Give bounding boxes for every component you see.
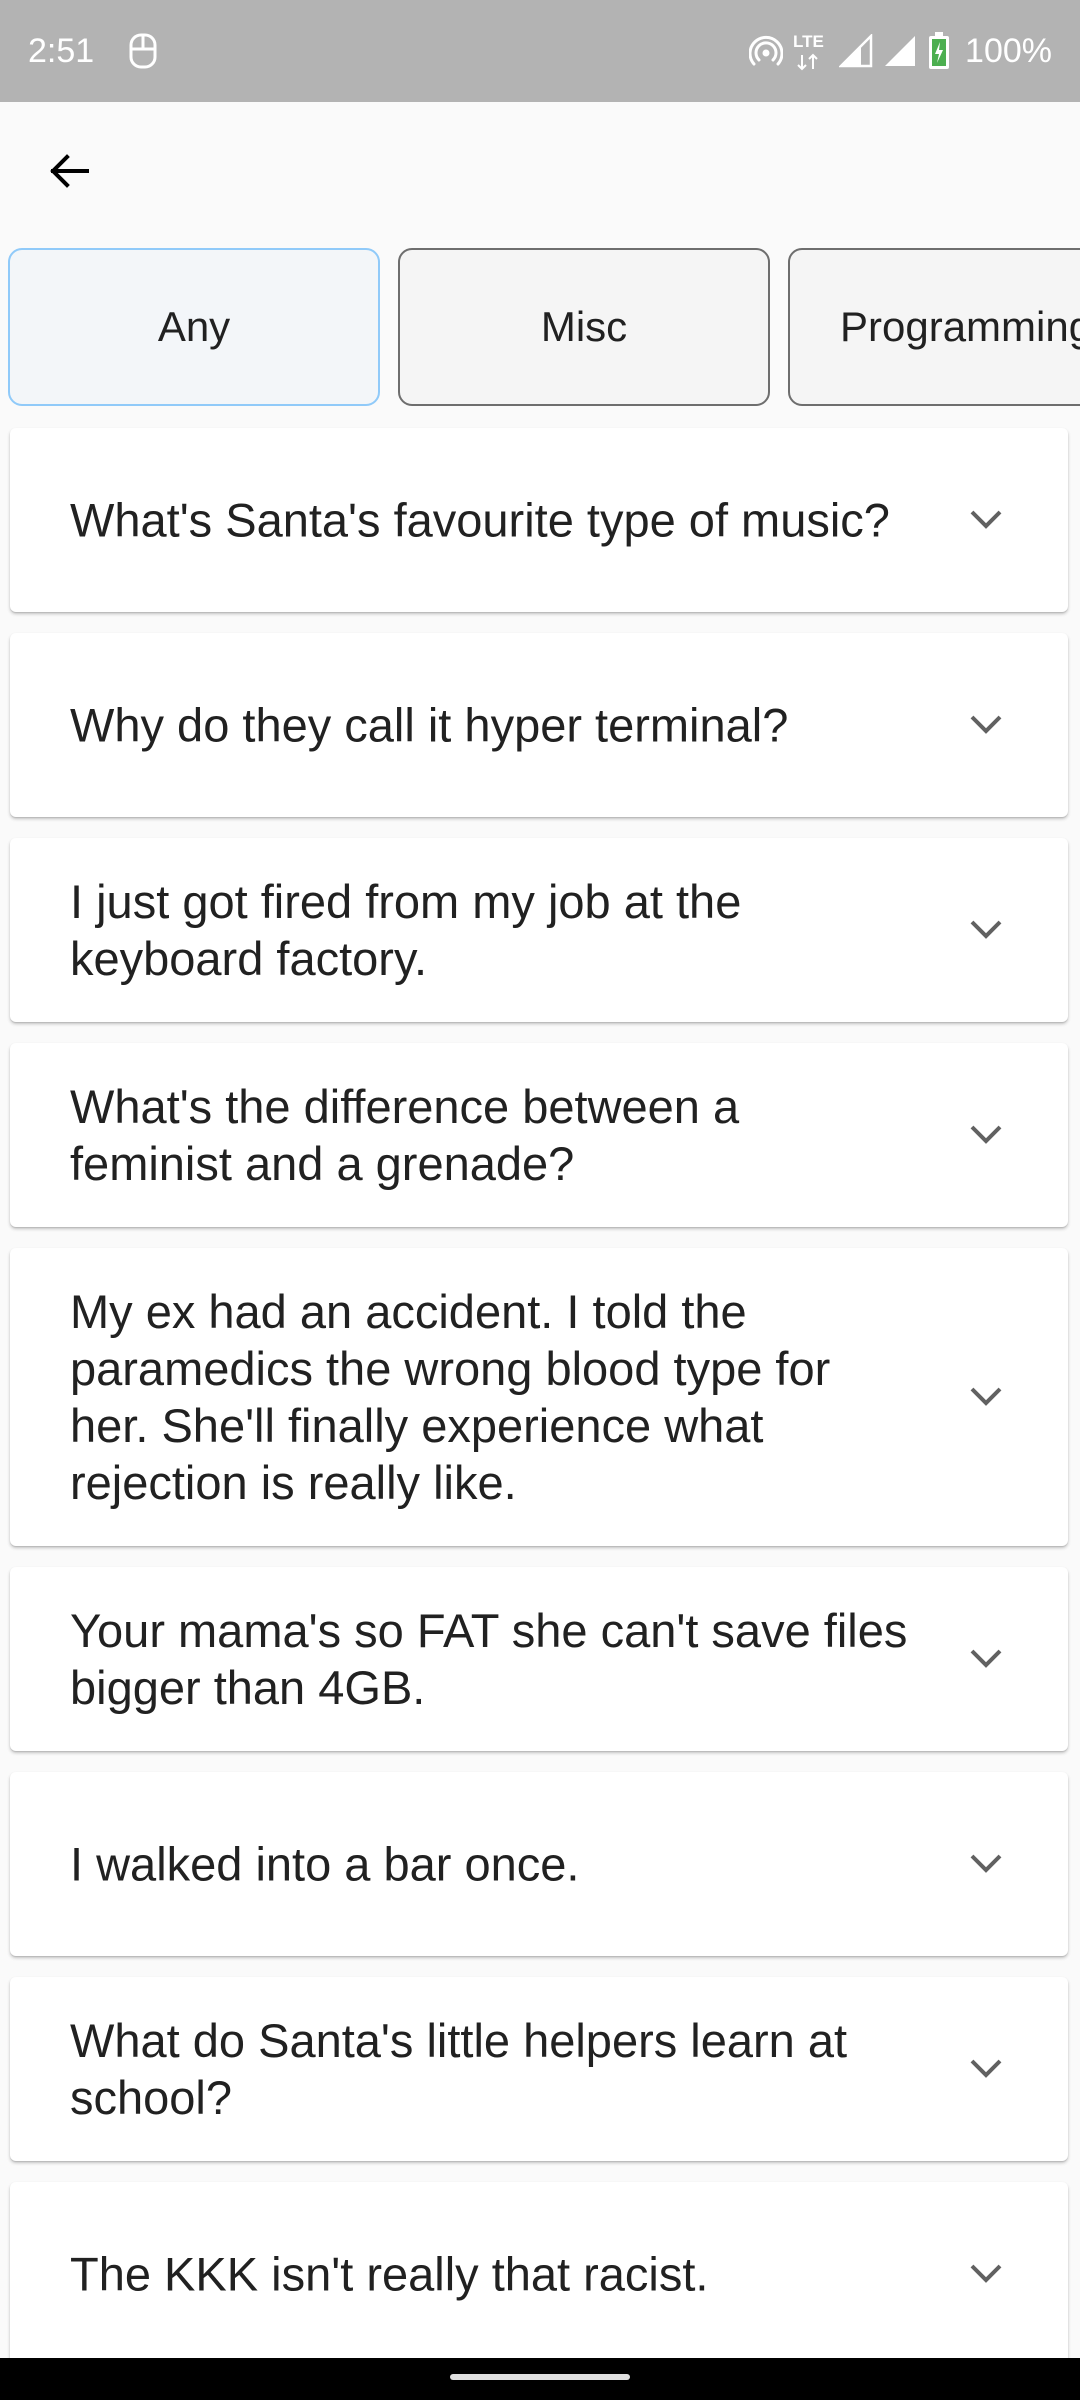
battery-charging-icon: [927, 31, 951, 71]
joke-card[interactable]: My ex had an accident. I told the parame…: [10, 1248, 1068, 1546]
chevron-down-icon[interactable]: [966, 705, 1006, 745]
joke-text: Why do they call it hyper terminal?: [70, 698, 789, 752]
joke-card[interactable]: I walked into a bar once.: [10, 1772, 1068, 1956]
status-icons: LTE 100%: [749, 28, 1052, 74]
battery-percent: 100%: [965, 32, 1052, 70]
joke-card[interactable]: What's Santa's favourite type of music?: [10, 428, 1068, 612]
chevron-down-icon[interactable]: [966, 1115, 1006, 1155]
signal-icon: [883, 34, 917, 68]
hotspot-icon: [749, 34, 784, 68]
category-chip-programming[interactable]: Programming: [788, 248, 1080, 406]
navigation-bar: [0, 2358, 1080, 2400]
category-chip-any[interactable]: Any: [8, 248, 380, 406]
chevron-down-icon[interactable]: [966, 500, 1006, 540]
joke-text: What's the difference between a feminist…: [70, 1080, 740, 1190]
joke-card[interactable]: I just got fired from my job at the keyb…: [10, 838, 1068, 1022]
category-chip-misc[interactable]: Misc: [398, 248, 770, 406]
status-bar: 2:51 LTE 100%: [0, 0, 1080, 102]
joke-text: What's Santa's favourite type of music?: [70, 493, 890, 547]
joke-text: The KKK isn't really that racist.: [70, 2247, 709, 2301]
joke-text: I walked into a bar once.: [70, 1837, 580, 1891]
lte-icon: LTE: [793, 31, 829, 71]
home-gesture-handle[interactable]: [450, 2374, 630, 2380]
category-chip-label: Misc: [540, 303, 628, 350]
status-time: 2:51: [28, 32, 95, 70]
chevron-down-icon[interactable]: [966, 910, 1006, 950]
joke-card[interactable]: What's the difference between a feminist…: [10, 1043, 1068, 1227]
joke-text: Your mama's so FAT she can't save files …: [70, 1604, 908, 1714]
joke-text: I just got fired from my job at the keyb…: [70, 875, 742, 985]
joke-card[interactable]: Why do they call it hyper terminal?: [10, 633, 1068, 817]
back-button[interactable]: [36, 138, 102, 204]
arrow-back-icon: [50, 154, 89, 188]
chevron-down-icon[interactable]: [966, 2254, 1006, 2294]
app-bar: [0, 102, 1080, 240]
lte-label: LTE: [793, 32, 824, 51]
chevron-down-icon[interactable]: [966, 1844, 1006, 1884]
joke-card[interactable]: Your mama's so FAT she can't save files …: [10, 1567, 1068, 1751]
joke-card[interactable]: What do Santa's little helpers learn at …: [10, 1977, 1068, 2161]
joke-text: My ex had an accident. I told the parame…: [70, 1285, 831, 1509]
keyboard-icon: [128, 32, 158, 70]
chevron-down-icon[interactable]: [966, 1639, 1006, 1679]
chevron-down-icon[interactable]: [966, 2049, 1006, 2089]
signal-icon: [839, 34, 873, 68]
chevron-down-icon[interactable]: [966, 1377, 1006, 1417]
category-chips: Any Misc Programming: [0, 248, 1080, 410]
joke-card[interactable]: The KKK isn't really that racist.: [10, 2182, 1068, 2366]
category-chip-label: Programming: [840, 303, 1080, 350]
joke-text: What do Santa's little helpers learn at …: [70, 2014, 848, 2124]
category-chip-label: Any: [157, 303, 231, 350]
